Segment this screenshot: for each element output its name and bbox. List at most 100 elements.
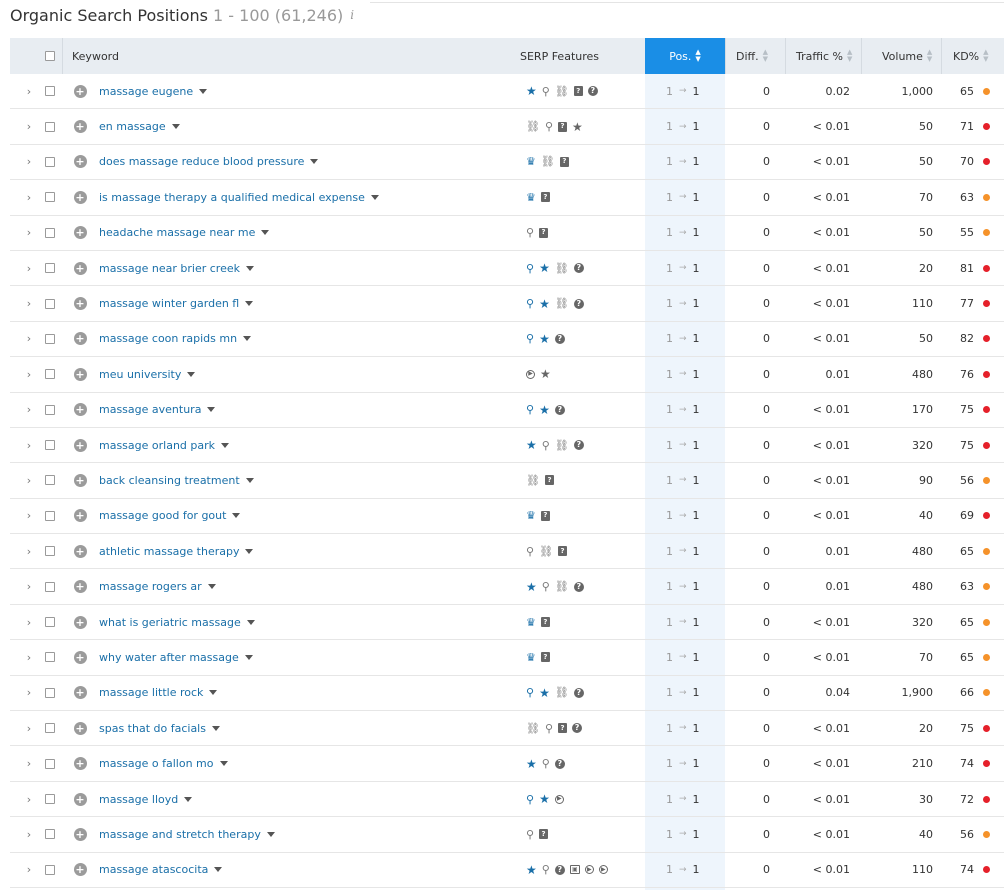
row-checkbox[interactable] — [43, 676, 57, 710]
row-checkbox[interactable] — [43, 711, 57, 745]
add-keyword-button[interactable]: + — [73, 357, 87, 391]
row-checkbox[interactable] — [43, 357, 57, 391]
sort-icon[interactable]: ▲ ▼ — [695, 49, 700, 63]
keyword-text[interactable]: back cleansing treatment — [99, 474, 240, 487]
dropdown-caret-icon[interactable] — [245, 477, 254, 483]
header-diff[interactable]: Diff. ▲ ▼ — [736, 38, 776, 74]
keyword-text[interactable]: massage eugene — [99, 85, 193, 98]
row-checkbox[interactable] — [43, 746, 57, 780]
dropdown-caret-icon[interactable] — [171, 124, 180, 130]
dropdown-caret-icon[interactable] — [232, 513, 241, 519]
expand-chevron-icon[interactable]: › — [22, 109, 36, 143]
row-checkbox[interactable] — [43, 463, 57, 497]
add-keyword-button[interactable]: + — [73, 109, 87, 143]
add-keyword-button[interactable]: + — [73, 322, 87, 356]
expand-chevron-icon[interactable]: › — [22, 499, 36, 533]
dropdown-caret-icon[interactable] — [214, 867, 223, 873]
expand-chevron-icon[interactable]: › — [22, 180, 36, 214]
keyword-link[interactable]: en massage — [99, 109, 180, 143]
keyword-link[interactable]: what is geriatric massage — [99, 605, 255, 639]
sort-icon[interactable]: ▲ ▼ — [983, 49, 988, 63]
row-checkbox[interactable] — [43, 286, 57, 320]
expand-chevron-icon[interactable]: › — [22, 286, 36, 320]
row-checkbox[interactable] — [43, 180, 57, 214]
expand-chevron-icon[interactable]: › — [22, 216, 36, 250]
add-keyword-button[interactable]: + — [73, 640, 87, 674]
expand-chevron-icon[interactable]: › — [22, 711, 36, 745]
add-keyword-button[interactable]: + — [73, 251, 87, 285]
sort-icon[interactable]: ▲ ▼ — [847, 49, 852, 63]
expand-chevron-icon[interactable]: › — [22, 534, 36, 568]
keyword-link[interactable]: massage and stretch therapy — [99, 817, 275, 851]
add-keyword-button[interactable]: + — [73, 746, 87, 780]
keyword-text[interactable]: does massage reduce blood pressure — [99, 155, 304, 168]
dropdown-caret-icon[interactable] — [310, 159, 319, 165]
dropdown-caret-icon[interactable] — [211, 725, 220, 731]
row-checkbox[interactable] — [43, 499, 57, 533]
add-keyword-button[interactable]: + — [73, 605, 87, 639]
keyword-text[interactable]: why water after massage — [99, 651, 239, 664]
dropdown-caret-icon[interactable] — [207, 584, 216, 590]
expand-chevron-icon[interactable]: › — [22, 74, 36, 108]
keyword-text[interactable]: massage atascocita — [99, 863, 208, 876]
keyword-text[interactable]: massage near brier creek — [99, 262, 240, 275]
expand-chevron-icon[interactable]: › — [22, 428, 36, 462]
add-keyword-button[interactable]: + — [73, 534, 87, 568]
row-checkbox[interactable] — [43, 74, 57, 108]
keyword-text[interactable]: massage winter garden fl — [99, 297, 239, 310]
keyword-text[interactable]: en massage — [99, 120, 166, 133]
expand-chevron-icon[interactable]: › — [22, 393, 36, 427]
row-checkbox[interactable] — [43, 640, 57, 674]
expand-chevron-icon[interactable]: › — [22, 746, 36, 780]
keyword-text[interactable]: athletic massage therapy — [99, 545, 239, 558]
add-keyword-button[interactable]: + — [73, 428, 87, 462]
header-kd[interactable]: KD% ▲ ▼ — [953, 38, 1003, 74]
add-keyword-button[interactable]: + — [73, 286, 87, 320]
select-all-checkbox[interactable] — [43, 38, 57, 74]
row-checkbox[interactable] — [43, 393, 57, 427]
keyword-text[interactable]: spas that do facials — [99, 722, 206, 735]
expand-chevron-icon[interactable]: › — [22, 145, 36, 179]
row-checkbox[interactable] — [43, 322, 57, 356]
keyword-link[interactable]: is massage therapy a qualified medical e… — [99, 180, 379, 214]
dropdown-caret-icon[interactable] — [184, 796, 193, 802]
header-pos[interactable]: Pos. ▲ ▼ — [645, 38, 725, 74]
keyword-text[interactable]: massage good for gout — [99, 509, 226, 522]
keyword-text[interactable]: massage coon rapids mn — [99, 332, 237, 345]
row-checkbox[interactable] — [43, 428, 57, 462]
keyword-text[interactable]: massage o fallon mo — [99, 757, 214, 770]
header-keyword[interactable]: Keyword — [72, 38, 119, 74]
keyword-link[interactable]: massage aventura — [99, 393, 216, 427]
keyword-text[interactable]: massage orland park — [99, 439, 215, 452]
add-keyword-button[interactable]: + — [73, 569, 87, 603]
keyword-text[interactable]: massage aventura — [99, 403, 201, 416]
dropdown-caret-icon[interactable] — [221, 442, 230, 448]
expand-chevron-icon[interactable]: › — [22, 463, 36, 497]
row-checkbox[interactable] — [43, 782, 57, 816]
keyword-text[interactable]: meu university — [99, 368, 181, 381]
expand-chevron-icon[interactable]: › — [22, 357, 36, 391]
expand-chevron-icon[interactable]: › — [22, 251, 36, 285]
dropdown-caret-icon[interactable] — [219, 761, 228, 767]
row-checkbox[interactable] — [43, 569, 57, 603]
dropdown-caret-icon[interactable] — [199, 88, 208, 94]
expand-chevron-icon[interactable]: › — [22, 676, 36, 710]
expand-chevron-icon[interactable]: › — [22, 817, 36, 851]
header-traffic[interactable]: Traffic % ▲ ▼ — [796, 38, 856, 74]
dropdown-caret-icon[interactable] — [243, 336, 252, 342]
keyword-link[interactable]: headache massage near me — [99, 216, 270, 250]
row-checkbox[interactable] — [43, 109, 57, 143]
header-volume[interactable]: Volume ▲ ▼ — [882, 38, 942, 74]
keyword-link[interactable]: why water after massage — [99, 640, 253, 674]
sort-icon[interactable]: ▲ ▼ — [763, 49, 768, 63]
dropdown-caret-icon[interactable] — [187, 371, 196, 377]
keyword-text[interactable]: massage little rock — [99, 686, 203, 699]
row-checkbox[interactable] — [43, 605, 57, 639]
keyword-text[interactable]: massage and stretch therapy — [99, 828, 261, 841]
keyword-link[interactable]: massage lloyd — [99, 782, 193, 816]
dropdown-caret-icon[interactable] — [266, 831, 275, 837]
keyword-link[interactable]: massage rogers ar — [99, 569, 216, 603]
keyword-link[interactable]: spas that do facials — [99, 711, 220, 745]
expand-chevron-icon[interactable]: › — [22, 605, 36, 639]
info-icon[interactable]: i — [350, 8, 354, 22]
